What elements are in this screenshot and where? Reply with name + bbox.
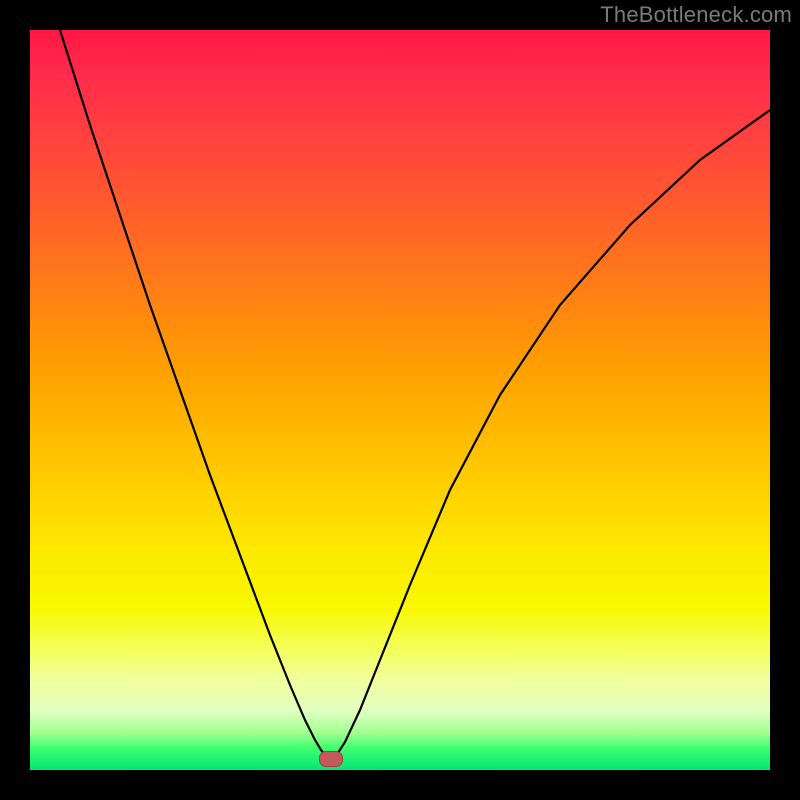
- chart-frame: TheBottleneck.com: [0, 0, 800, 800]
- optimal-point-marker: [319, 751, 343, 767]
- curve-path: [60, 30, 770, 760]
- watermark-text: TheBottleneck.com: [600, 2, 792, 28]
- plot-area: [30, 30, 770, 770]
- bottleneck-curve: [30, 30, 770, 770]
